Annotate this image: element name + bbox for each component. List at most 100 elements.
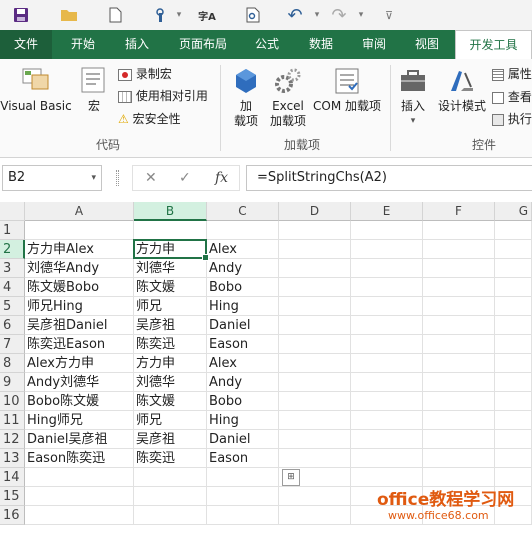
- row-header[interactable]: 16: [0, 506, 25, 525]
- cell-d12[interactable]: [279, 430, 351, 449]
- cell-a2[interactable]: 方力申Alex: [25, 240, 134, 259]
- cell-e4[interactable]: [351, 278, 423, 297]
- tab-home[interactable]: 开始: [58, 30, 108, 59]
- cell-c5[interactable]: Hing: [207, 297, 279, 316]
- cell-g6[interactable]: [495, 316, 532, 335]
- run-dialog-button[interactable]: 执行: [492, 110, 532, 127]
- cell-d16[interactable]: [279, 506, 351, 525]
- cell-b5[interactable]: 师兄: [134, 297, 207, 316]
- cell-d2[interactable]: [279, 240, 351, 259]
- cell-d1[interactable]: [279, 221, 351, 240]
- cell-g2[interactable]: [495, 240, 532, 259]
- cell-d9[interactable]: [279, 373, 351, 392]
- cell-c11[interactable]: Hing: [207, 411, 279, 430]
- tab-formulas[interactable]: 公式: [244, 30, 290, 59]
- cell-e9[interactable]: [351, 373, 423, 392]
- row-header[interactable]: 8: [0, 354, 25, 373]
- cell-c14[interactable]: [207, 468, 279, 487]
- relative-reference-button[interactable]: 使用相对引用: [118, 87, 208, 104]
- cell-f11[interactable]: [423, 411, 495, 430]
- cell-f9[interactable]: [423, 373, 495, 392]
- cell-d7[interactable]: [279, 335, 351, 354]
- cell-e3[interactable]: [351, 259, 423, 278]
- tab-developer[interactable]: 开发工具: [455, 30, 532, 60]
- customize-icon[interactable]: ⊽: [378, 5, 400, 25]
- cell-b15[interactable]: [134, 487, 207, 506]
- row-header[interactable]: 6: [0, 316, 25, 335]
- cell-b16[interactable]: [134, 506, 207, 525]
- cell-g10[interactable]: [495, 392, 532, 411]
- redo-dropdown-icon[interactable]: ▾: [350, 5, 372, 25]
- row-header[interactable]: 10: [0, 392, 25, 411]
- macros-button[interactable]: 宏: [76, 65, 112, 114]
- cell-e7[interactable]: [351, 335, 423, 354]
- cell-e13[interactable]: [351, 449, 423, 468]
- com-addins-button[interactable]: COM 加载项: [310, 67, 384, 114]
- row-header[interactable]: 9: [0, 373, 25, 392]
- cell-a8[interactable]: Alex方力申: [25, 354, 134, 373]
- visual-basic-button[interactable]: Visual Basic: [0, 65, 72, 114]
- cell-b2[interactable]: 方力申: [134, 240, 207, 259]
- row-header[interactable]: 13: [0, 449, 25, 468]
- cell-c1[interactable]: [207, 221, 279, 240]
- cell-a11[interactable]: Hing师兄: [25, 411, 134, 430]
- select-all-corner[interactable]: [0, 202, 25, 221]
- cell-a13[interactable]: Eason陈奕迅: [25, 449, 134, 468]
- cell-c3[interactable]: Andy: [207, 259, 279, 278]
- cell-g4[interactable]: [495, 278, 532, 297]
- cell-c12[interactable]: Daniel: [207, 430, 279, 449]
- cell-g13[interactable]: [495, 449, 532, 468]
- row-header[interactable]: 2: [0, 240, 25, 259]
- spelling-icon[interactable]: 字A: [196, 5, 218, 25]
- column-header-d[interactable]: D: [279, 202, 351, 221]
- cell-a3[interactable]: 刘德华Andy: [25, 259, 134, 278]
- cell-g3[interactable]: [495, 259, 532, 278]
- cell-d11[interactable]: [279, 411, 351, 430]
- cell-b3[interactable]: 刘德华: [134, 259, 207, 278]
- cell-c7[interactable]: Eason: [207, 335, 279, 354]
- chevron-down-icon[interactable]: ▾: [91, 166, 96, 190]
- cell-c10[interactable]: Bobo: [207, 392, 279, 411]
- cell-d15[interactable]: [279, 487, 351, 506]
- cell-d5[interactable]: [279, 297, 351, 316]
- cell-a15[interactable]: [25, 487, 134, 506]
- cell-f8[interactable]: [423, 354, 495, 373]
- cell-a9[interactable]: Andy刘德华: [25, 373, 134, 392]
- cell-d3[interactable]: [279, 259, 351, 278]
- view-code-button[interactable]: 查看: [492, 88, 532, 105]
- formula-bar-grip[interactable]: [116, 170, 119, 186]
- name-box[interactable]: B2 ▾: [2, 165, 102, 191]
- column-header-f[interactable]: F: [423, 202, 495, 221]
- cell-c4[interactable]: Bobo: [207, 278, 279, 297]
- cell-f2[interactable]: [423, 240, 495, 259]
- cell-b1[interactable]: [134, 221, 207, 240]
- cell-a16[interactable]: [25, 506, 134, 525]
- cell-b10[interactable]: 陈文媛: [134, 392, 207, 411]
- enter-icon[interactable]: ✓: [179, 170, 191, 186]
- column-header-g[interactable]: G: [495, 202, 532, 221]
- cell-c13[interactable]: Eason: [207, 449, 279, 468]
- formula-input[interactable]: =SplitStringChs(A2): [246, 165, 532, 191]
- undo-icon[interactable]: ↶: [284, 5, 306, 26]
- cell-a5[interactable]: 师兄Hing: [25, 297, 134, 316]
- cell-f1[interactable]: [423, 221, 495, 240]
- tab-view[interactable]: 视图: [404, 30, 450, 59]
- cell-c8[interactable]: Alex: [207, 354, 279, 373]
- cell-a6[interactable]: 吴彦祖Daniel: [25, 316, 134, 335]
- cell-a7[interactable]: 陈奕迅Eason: [25, 335, 134, 354]
- save-icon[interactable]: [10, 5, 32, 25]
- cell-b6[interactable]: 吴彦祖: [134, 316, 207, 335]
- cell-f12[interactable]: [423, 430, 495, 449]
- cell-f5[interactable]: [423, 297, 495, 316]
- cell-g1[interactable]: [495, 221, 532, 240]
- insert-function-icon[interactable]: fx: [215, 170, 228, 186]
- cell-e10[interactable]: [351, 392, 423, 411]
- excel-addins-button[interactable]: Excel 加载项: [266, 67, 310, 129]
- cell-a1[interactable]: [25, 221, 134, 240]
- cell-g11[interactable]: [495, 411, 532, 430]
- cell-b9[interactable]: 刘德华: [134, 373, 207, 392]
- cell-g7[interactable]: [495, 335, 532, 354]
- cell-a4[interactable]: 陈文媛Bobo: [25, 278, 134, 297]
- print-preview-icon[interactable]: [242, 5, 264, 25]
- row-header[interactable]: 12: [0, 430, 25, 449]
